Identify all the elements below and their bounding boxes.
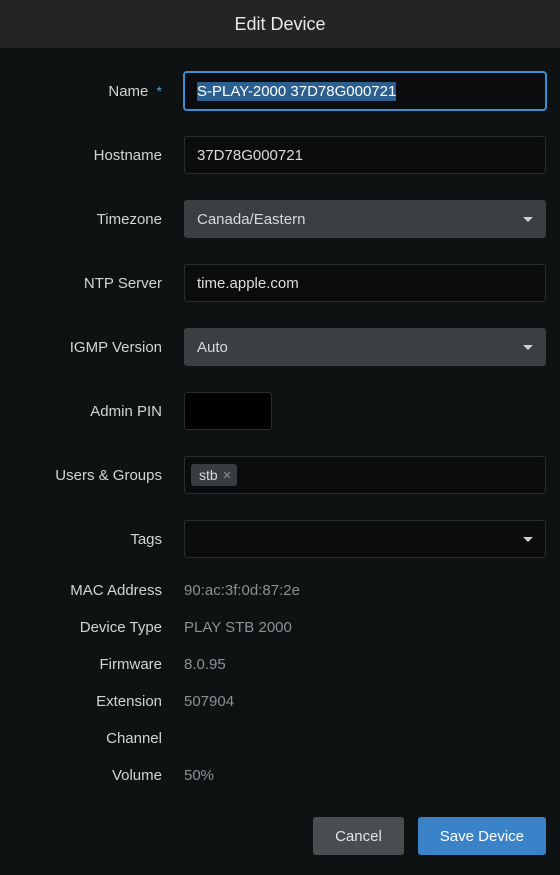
row-timezone: Timezone Canada/Eastern <box>14 200 546 238</box>
row-users-groups: Users & Groups stb × <box>14 456 546 494</box>
label-ntp-server: NTP Server <box>14 275 172 292</box>
value-extension: 507904 <box>172 693 546 710</box>
chevron-down-icon <box>523 537 533 542</box>
row-mac-address: MAC Address 90:ac:3f:0d:87:2e <box>14 578 546 602</box>
name-input[interactable]: S-PLAY-2000 37D78G000721 <box>184 72 546 110</box>
label-firmware: Firmware <box>14 656 172 673</box>
dialog-footer: Cancel Save Device <box>0 817 560 855</box>
dialog-title: Edit Device <box>234 14 325 35</box>
row-hostname: Hostname <box>14 136 546 174</box>
row-admin-pin: Admin PIN <box>14 392 546 430</box>
igmp-version-select[interactable]: Auto <box>184 328 546 366</box>
label-tags: Tags <box>14 531 172 548</box>
row-igmp-version: IGMP Version Auto <box>14 328 546 366</box>
label-device-type: Device Type <box>14 619 172 636</box>
chevron-down-icon <box>523 345 533 350</box>
label-mac-address: MAC Address <box>14 582 172 599</box>
row-name: Name * S-PLAY-2000 37D78G000721 <box>14 72 546 110</box>
ntp-server-input[interactable] <box>184 264 546 302</box>
tags-select[interactable] <box>184 520 546 558</box>
label-channel: Channel <box>14 730 172 747</box>
cancel-button[interactable]: Cancel <box>313 817 404 855</box>
label-igmp-version: IGMP Version <box>14 339 172 356</box>
admin-pin-input[interactable] <box>184 392 272 430</box>
timezone-select[interactable]: Canada/Eastern <box>184 200 546 238</box>
label-hostname: Hostname <box>14 147 172 164</box>
label-timezone: Timezone <box>14 211 172 228</box>
chevron-down-icon <box>523 217 533 222</box>
label-volume: Volume <box>14 767 172 784</box>
value-firmware: 8.0.95 <box>172 656 546 673</box>
dialog-header: Edit Device <box>0 0 560 48</box>
row-tags: Tags <box>14 520 546 558</box>
row-volume: Volume 50% <box>14 763 546 787</box>
value-device-type: PLAY STB 2000 <box>172 619 546 636</box>
row-channel: Channel <box>14 726 546 750</box>
label-admin-pin: Admin PIN <box>14 403 172 420</box>
label-name: Name * <box>14 83 172 100</box>
form-content: Name * S-PLAY-2000 37D78G000721 Hostname… <box>0 48 560 787</box>
save-device-button[interactable]: Save Device <box>418 817 546 855</box>
row-ntp-server: NTP Server <box>14 264 546 302</box>
row-extension: Extension 507904 <box>14 689 546 713</box>
label-extension: Extension <box>14 693 172 710</box>
required-indicator: * <box>157 83 162 99</box>
tag-chip: stb × <box>191 464 237 486</box>
label-users-groups: Users & Groups <box>14 467 172 484</box>
users-groups-input[interactable]: stb × <box>184 456 546 494</box>
info-section: MAC Address 90:ac:3f:0d:87:2e Device Typ… <box>14 578 546 787</box>
row-firmware: Firmware 8.0.95 <box>14 652 546 676</box>
value-mac-address: 90:ac:3f:0d:87:2e <box>172 582 546 599</box>
hostname-input[interactable] <box>184 136 546 174</box>
row-device-type: Device Type PLAY STB 2000 <box>14 615 546 639</box>
value-volume: 50% <box>172 767 546 784</box>
close-icon[interactable]: × <box>223 468 232 483</box>
